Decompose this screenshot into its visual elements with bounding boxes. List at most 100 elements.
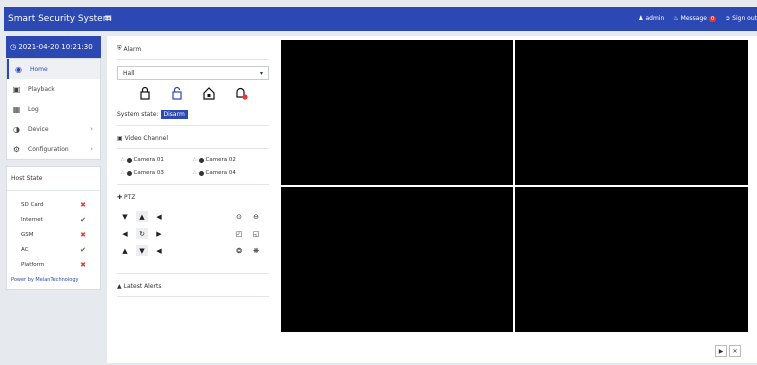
host-state-row: Internet ✔ bbox=[7, 212, 100, 227]
sidebar-item-label: Playback bbox=[28, 85, 55, 93]
app-title: Smart Security System bbox=[8, 14, 112, 24]
system-state: System state: Disarm bbox=[117, 104, 269, 126]
host-state-panel: Host State SD Card ✖ Internet ✔ GSM ✖ AC… bbox=[6, 166, 101, 290]
sidebar-item-configuration[interactable]: ⚙ Configuration › bbox=[7, 139, 100, 159]
ptz-label: PTZ bbox=[124, 194, 136, 201]
camera-status-icon bbox=[198, 170, 204, 176]
close-icon[interactable]: ✕ bbox=[729, 345, 741, 357]
app-frame: Smart Security System ≡ ♟ admin ♨ Messag… bbox=[4, 7, 757, 365]
camera-list: ∴ Camera 01 ∴ Camera 02 ∴ Camera 03 ∴ Camera… bbox=[117, 149, 269, 185]
camera-status-icon bbox=[126, 170, 132, 176]
latest-alerts-label: Latest Alerts bbox=[123, 283, 162, 290]
focus-far-icon[interactable]: ◱ bbox=[250, 228, 262, 239]
powered-by-link[interactable]: Power by MeianTechnology bbox=[7, 272, 100, 283]
signout-label: Sign out bbox=[732, 15, 757, 22]
sidebar-item-log[interactable]: ▦ Log bbox=[7, 99, 100, 119]
sidebar: ◷ 2021-04-20 10:21:30 ◉ Home ▣ Playback … bbox=[6, 36, 101, 290]
sidebar-item-device[interactable]: ◑ Device › bbox=[7, 119, 100, 139]
gear-icon: ⚙ bbox=[12, 144, 21, 154]
ptz-reset-button[interactable]: ↻ bbox=[136, 228, 148, 239]
user-icon: ♟ bbox=[638, 15, 644, 22]
signal-icon: ∴ bbox=[193, 157, 197, 163]
host-state-label: AC bbox=[21, 246, 29, 253]
video-cell-1[interactable] bbox=[281, 40, 513, 185]
ptz-down-left-button[interactable]: ▲ bbox=[119, 245, 131, 256]
ptz-up-left-button[interactable]: ▼ bbox=[119, 211, 131, 222]
message-button[interactable]: ♨ Message 0 bbox=[673, 15, 717, 22]
camera-status-icon bbox=[126, 157, 132, 163]
alarm-section-title: ⛨ Alarm bbox=[117, 36, 269, 60]
host-state-label: SD Card bbox=[21, 201, 44, 208]
top-bar: Smart Security System ≡ ♟ admin ♨ Messag… bbox=[4, 7, 757, 31]
ok-check-icon: ✔ bbox=[80, 245, 86, 254]
arm-lock-icon[interactable] bbox=[138, 86, 152, 100]
latest-alerts-title: ▲ Latest Alerts bbox=[117, 274, 269, 297]
video-cell-4[interactable] bbox=[515, 187, 748, 332]
alarm-actions bbox=[117, 80, 269, 104]
signal-icon: ∴ bbox=[121, 170, 125, 176]
shield-icon: ⛨ bbox=[117, 45, 122, 52]
video-cell-3[interactable] bbox=[281, 187, 513, 332]
video-channel-title: ▣ Video Channel bbox=[117, 126, 269, 149]
sidebar-item-label: Device bbox=[28, 125, 49, 133]
home-arm-icon[interactable] bbox=[202, 86, 216, 100]
clock-icon: ◷ bbox=[10, 43, 17, 51]
ptz-right-button[interactable]: ▶ bbox=[153, 228, 165, 239]
camera-item[interactable]: ∴ Camera 02 bbox=[193, 157, 265, 163]
signal-icon: ∴ bbox=[121, 157, 125, 163]
camera-label: Camera 02 bbox=[205, 157, 236, 163]
iris-close-icon[interactable]: ❋ bbox=[250, 245, 262, 256]
message-count-badge: 0 bbox=[708, 15, 717, 22]
ptz-up-right-button[interactable]: ◀ bbox=[153, 211, 165, 222]
play-icon[interactable]: ▶ bbox=[715, 345, 727, 357]
chevron-right-icon: › bbox=[90, 145, 93, 153]
ptz-left-button[interactable]: ◀ bbox=[119, 228, 131, 239]
focus-near-icon[interactable]: ◰ bbox=[233, 228, 245, 239]
zone-select[interactable]: Hall ▾ bbox=[117, 66, 269, 80]
playback-icon: ▣ bbox=[12, 84, 21, 94]
bell-icon: ▲ bbox=[117, 283, 122, 290]
video-channel-label: Video Channel bbox=[124, 135, 169, 142]
system-state-badge: Disarm bbox=[160, 110, 188, 119]
camera-item[interactable]: ∴ Camera 03 bbox=[121, 170, 193, 176]
bell-icon: ♨ bbox=[673, 15, 679, 22]
zone-select-value: Hall bbox=[123, 69, 135, 77]
error-x-icon: ✖ bbox=[80, 200, 86, 209]
signout-button[interactable]: ➲ Sign out bbox=[725, 15, 757, 22]
hamburger-icon[interactable]: ≡ bbox=[104, 13, 112, 24]
sidebar-item-home[interactable]: ◉ Home bbox=[7, 59, 100, 79]
current-datetime: 2021-04-20 10:21:30 bbox=[18, 43, 93, 51]
system-state-label: System state: bbox=[117, 111, 159, 118]
sidebar-item-label: Home bbox=[30, 65, 48, 73]
toggle-icon: ◑ bbox=[13, 124, 20, 134]
camera-item[interactable]: ∴ Camera 04 bbox=[193, 170, 265, 176]
top-right-controls: ♟ admin ♨ Message 0 ➲ Sign out bbox=[638, 15, 757, 22]
siren-alarm-icon[interactable] bbox=[234, 86, 248, 100]
host-state-row: Platform ✖ bbox=[7, 257, 100, 272]
host-state-row: AC ✔ bbox=[7, 242, 100, 257]
sidebar-item-playback[interactable]: ▣ Playback bbox=[7, 79, 100, 99]
control-panel: ⛨ Alarm Hall ▾ System state: Disarm ▣ Vi… bbox=[117, 36, 269, 297]
video-controls: ▶ ✕ bbox=[715, 345, 741, 357]
host-state-row: GSM ✖ bbox=[7, 227, 100, 242]
video-cell-2[interactable] bbox=[515, 40, 748, 185]
host-state-title: Host State bbox=[7, 167, 100, 191]
error-x-icon: ✖ bbox=[80, 230, 86, 239]
zoom-in-icon[interactable]: ⊙ bbox=[233, 211, 245, 222]
ptz-up-button[interactable]: ▲ bbox=[136, 211, 148, 222]
zoom-out-icon[interactable]: ⊖ bbox=[250, 211, 262, 222]
ptz-controls: ▼ ▲ ◀ ◀ ↻ ▶ ▲ ▼ ◀ ⊙ ⊖ ◰ ◱ ❂ ❋ bbox=[117, 207, 269, 274]
camera-item[interactable]: ∴ Camera 01 bbox=[121, 157, 193, 163]
video-camera-icon: ▣ bbox=[117, 135, 123, 142]
ptz-down-right-button[interactable]: ◀ bbox=[153, 245, 165, 256]
camera-label: Camera 03 bbox=[133, 170, 164, 176]
user-menu[interactable]: ♟ admin bbox=[638, 15, 664, 22]
host-state-label: Internet bbox=[21, 216, 43, 223]
sidebar-item-label: Log bbox=[28, 105, 39, 113]
message-label: Message bbox=[680, 15, 707, 22]
camera-status-icon bbox=[198, 157, 204, 163]
disarm-unlock-icon[interactable] bbox=[170, 86, 184, 100]
iris-open-icon[interactable]: ❂ bbox=[233, 245, 245, 256]
calendar-icon: ▦ bbox=[12, 104, 21, 114]
ptz-down-button[interactable]: ▼ bbox=[136, 245, 148, 256]
